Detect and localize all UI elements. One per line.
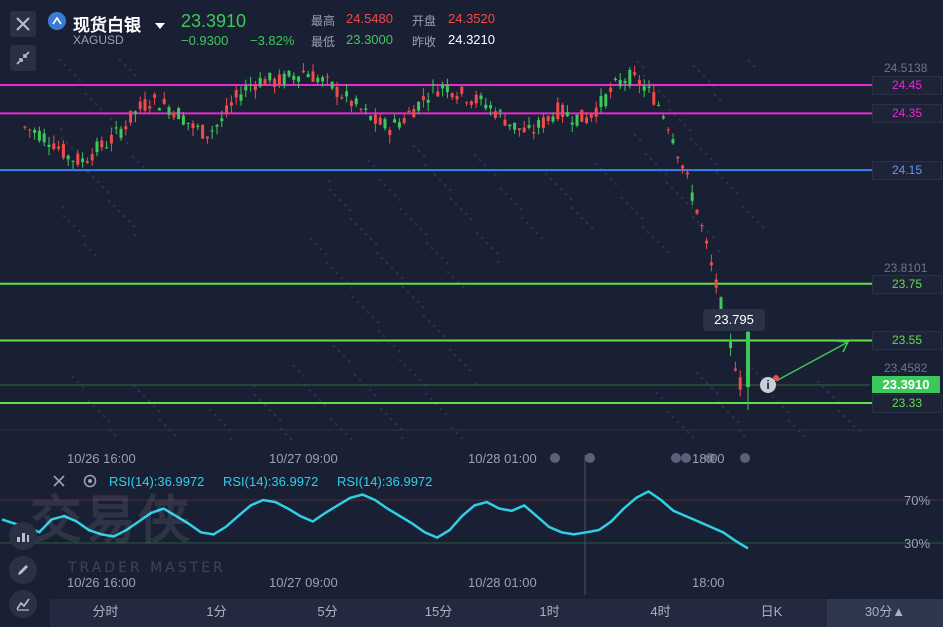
open-value: 24.3520 — [448, 11, 495, 26]
tab-daily[interactable]: 日K — [716, 599, 827, 627]
tab-15min[interactable]: 15分 — [383, 599, 494, 627]
bottom-time-label-4: 18:00 — [692, 575, 725, 590]
low-label: 最低 — [311, 35, 336, 49]
fullscreen-toggle[interactable] — [10, 45, 36, 71]
tab-4hour[interactable]: 4时 — [605, 599, 716, 627]
timeframe-bar: 分时 1分 5分 15分 1时 4时 日K 30分▲ — [50, 599, 943, 627]
rsi-value-3: RSI(14):36.9972 — [337, 474, 433, 489]
silver-logo-icon — [48, 12, 66, 30]
high-label: 最高 — [311, 14, 336, 28]
prev-close-label: 昨收 — [412, 35, 437, 49]
bar-chart-icon — [17, 533, 29, 542]
high-value: 24.5480 — [346, 11, 393, 26]
time-label-1: 10/26 16:00 — [67, 451, 136, 466]
rsi-level-70: 70% — [904, 493, 931, 508]
current-price-label: 23.3910 — [872, 376, 940, 393]
rsi-value-2: RSI(14):36.9972 — [223, 474, 319, 489]
info-icon[interactable]: i — [760, 377, 776, 393]
axis-value-top: 24.5138 — [884, 61, 928, 75]
watermark-subtitle: TRADER MASTER — [68, 560, 226, 576]
axis-value-mid: 23.8101 — [884, 261, 928, 275]
level-label-24-45[interactable]: 24.45 — [872, 76, 942, 95]
close-icon — [53, 475, 65, 487]
rsi-value-1: RSI(14):36.9972 — [109, 474, 205, 489]
event-marker-3 — [681, 453, 691, 463]
rsi-close-button[interactable] — [52, 474, 66, 493]
shrink-icon — [16, 51, 30, 65]
pencil-icon — [18, 565, 28, 575]
axis-value-low: 23.4582 — [884, 361, 928, 375]
tab-1min[interactable]: 1分 — [161, 599, 272, 627]
prev-close-value: 24.3210 — [448, 32, 495, 47]
price-change-percent: −3.82% — [250, 33, 295, 48]
close-icon — [16, 17, 30, 31]
trend-line-icon — [16, 598, 30, 611]
level-label-23-33[interactable]: 23.33 — [872, 394, 942, 413]
indicator-tool-button[interactable] — [9, 522, 37, 550]
tab-5min[interactable]: 5分 — [272, 599, 383, 627]
bottom-time-label-3: 10/28 01:00 — [468, 575, 537, 590]
event-marker-0 — [550, 453, 560, 463]
open-label: 开盘 — [412, 14, 437, 28]
event-marker-1 — [585, 453, 595, 463]
bottom-time-label-1: 10/26 16:00 — [67, 575, 136, 590]
level-label-24-35[interactable]: 24.35 — [872, 104, 942, 123]
time-label-4: 18:00 — [692, 451, 725, 466]
gear-icon — [83, 474, 97, 488]
price-change: −0.9300 — [181, 33, 229, 48]
line-tool-button[interactable] — [9, 590, 37, 618]
tab-1hour[interactable]: 1时 — [494, 599, 605, 627]
trend-arrow-line — [775, 341, 849, 382]
event-marker-2 — [671, 453, 681, 463]
level-label-23-55[interactable]: 23.55 — [872, 331, 942, 350]
time-label-2: 10/27 09:00 — [269, 451, 338, 466]
rsi-settings-button[interactable] — [82, 473, 98, 494]
instrument-symbol: XAGUSD — [73, 33, 124, 47]
instrument-dropdown-icon[interactable] — [155, 17, 165, 35]
current-price: 23.3910 — [181, 11, 247, 31]
time-label-3: 10/28 01:00 — [468, 451, 537, 466]
last-candle-body — [746, 332, 750, 387]
event-marker-5 — [740, 453, 750, 463]
tab-timeshare[interactable]: 分时 — [50, 599, 161, 627]
rsi-level-30: 30% — [904, 536, 931, 551]
low-value: 23.3000 — [346, 32, 393, 47]
bottom-time-label-2: 10/27 09:00 — [269, 575, 338, 590]
level-label-23-75[interactable]: 23.75 — [872, 275, 942, 294]
level-label-24-15[interactable]: 24.15 — [872, 161, 942, 180]
draw-tool-button[interactable] — [9, 556, 37, 584]
tab-30min[interactable]: 30分▲ — [827, 599, 943, 627]
close-button[interactable] — [10, 11, 36, 37]
price-tooltip: 23.795 — [703, 309, 765, 331]
